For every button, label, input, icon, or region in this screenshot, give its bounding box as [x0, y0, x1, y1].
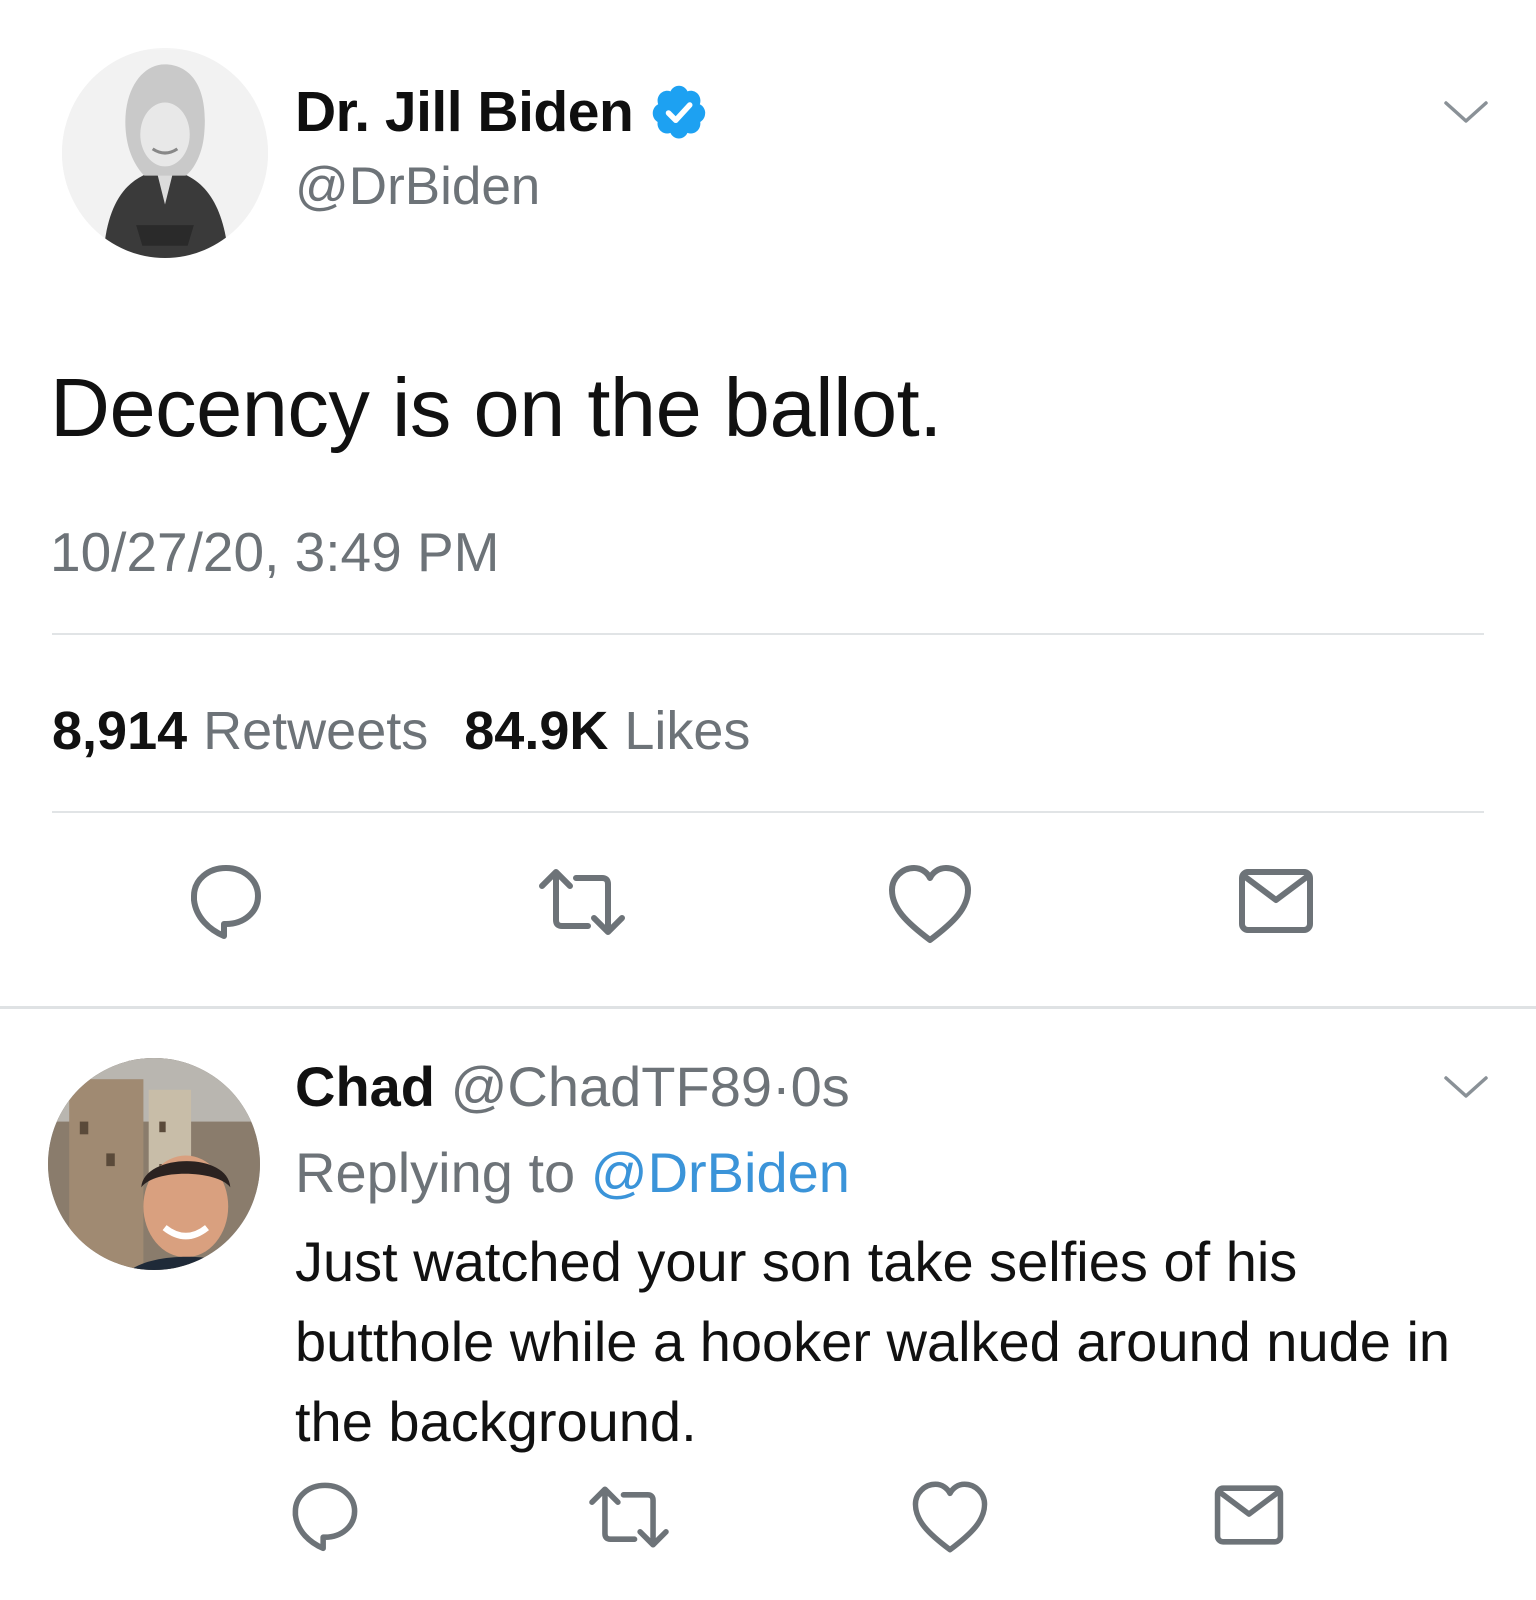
retweets-stat[interactable]: 8,914 Retweets [52, 700, 428, 762]
retweet-icon[interactable] [586, 1480, 672, 1554]
retweets-count: 8,914 [52, 701, 188, 761]
replying-to-label: Replying to [295, 1141, 576, 1204]
message-icon[interactable] [1236, 866, 1316, 936]
divider [52, 633, 1484, 635]
like-icon[interactable] [910, 1478, 990, 1556]
reply-icon[interactable] [186, 860, 266, 940]
replying-to-mention[interactable]: @DrBiden [591, 1141, 850, 1204]
reply-text: Just watched your son take selfies of hi… [295, 1230, 1451, 1453]
verified-badge-icon [653, 85, 706, 139]
tweet-timestamp[interactable]: 10/27/20, 3:49 PM [50, 520, 499, 584]
author-handle[interactable]: @DrBiden [295, 156, 540, 217]
dot-separator: · [772, 1055, 791, 1118]
chevron-down-icon[interactable] [1441, 1072, 1491, 1102]
chevron-down-icon[interactable] [1441, 97, 1491, 127]
like-icon[interactable] [886, 862, 974, 946]
likes-label: Likes [624, 701, 751, 761]
tweet-stats: 8,914 Retweets 84.9K Likes [52, 700, 750, 762]
tweet-separator [0, 1006, 1536, 1009]
likes-stat[interactable]: 84.9K Likes [464, 700, 750, 762]
author-avatar[interactable] [62, 48, 268, 258]
reply-author-handle[interactable]: @ChadTF89 [451, 1055, 772, 1118]
reply-header: Chad @ChadTF89·0s [295, 1054, 850, 1119]
retweet-icon[interactable] [536, 862, 628, 942]
retweets-label: Retweets [203, 701, 429, 761]
likes-count: 84.9K [464, 701, 609, 761]
divider [52, 811, 1484, 813]
reply-icon[interactable] [288, 1478, 362, 1552]
author-name-row: Dr. Jill Biden [295, 79, 709, 145]
tweet-text: Decency is on the ballot. [50, 361, 942, 454]
reply-avatar-image [48, 1058, 260, 1270]
reply-time[interactable]: 0s [791, 1055, 850, 1118]
author-name[interactable]: Dr. Jill Biden [295, 79, 634, 145]
reply-author-avatar[interactable] [48, 1058, 260, 1270]
replying-to-line: Replying to @DrBiden [295, 1140, 850, 1205]
author-avatar-image [62, 50, 268, 258]
reply-author-name[interactable]: Chad [295, 1055, 435, 1118]
message-icon[interactable] [1212, 1482, 1286, 1548]
